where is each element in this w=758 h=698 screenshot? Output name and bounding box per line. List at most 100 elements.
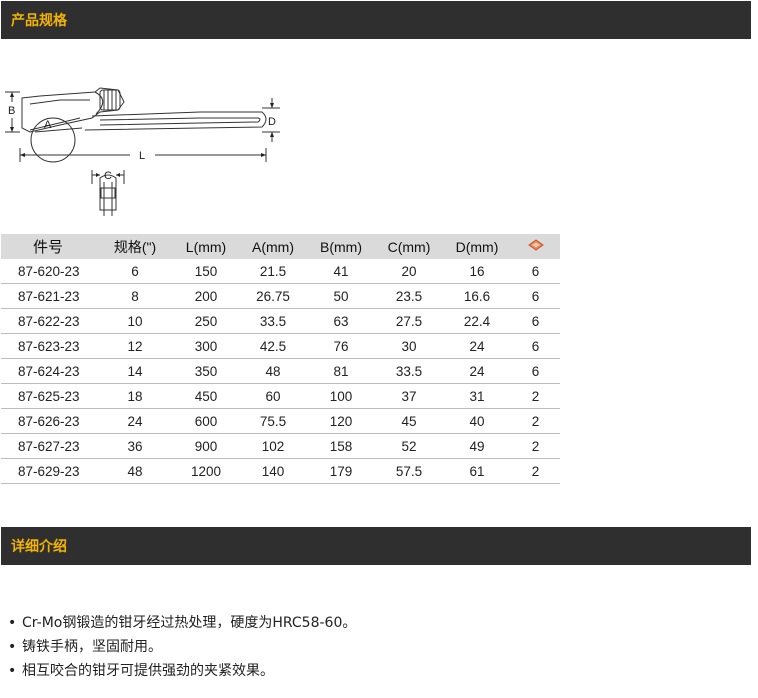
table-cell: 24 bbox=[97, 408, 173, 434]
table-row: 87-624-23 14 350 48 81 33.5 24 6 bbox=[1, 358, 560, 384]
table-cell: 350 bbox=[173, 358, 239, 384]
label-c: C bbox=[104, 170, 112, 182]
header-size: 规格(") bbox=[97, 234, 173, 259]
header-l: L(mm) bbox=[173, 234, 239, 259]
table-cell: 179 bbox=[307, 458, 375, 484]
package-icon bbox=[527, 239, 544, 251]
table-cell: 20 bbox=[375, 259, 443, 284]
table-cell: 87-629-23 bbox=[1, 458, 97, 484]
table-cell: 450 bbox=[173, 383, 239, 409]
header-part-no: 件号 bbox=[1, 234, 97, 259]
table-cell: 23.5 bbox=[375, 283, 443, 309]
table-cell: 18 bbox=[97, 383, 173, 409]
table-cell: 37 bbox=[375, 383, 443, 409]
table-cell: 250 bbox=[173, 308, 239, 334]
table-cell: 33.5 bbox=[375, 358, 443, 384]
table-cell: 33.5 bbox=[239, 308, 307, 334]
table-cell: 87-624-23 bbox=[1, 358, 97, 384]
table-cell: 36 bbox=[97, 433, 173, 459]
table-cell: 52 bbox=[375, 433, 443, 459]
label-a: A bbox=[44, 119, 52, 131]
bullet-icon: • bbox=[8, 663, 17, 679]
bullet-icon: • bbox=[8, 639, 17, 655]
table-row: 87-625-23 18 450 60 100 37 31 2 bbox=[1, 383, 560, 409]
table-cell: 16.6 bbox=[443, 283, 511, 309]
table-cell: 41 bbox=[307, 259, 375, 284]
table-cell: 120 bbox=[307, 408, 375, 434]
table-cell: 16 bbox=[443, 259, 511, 284]
bullet-icon: • bbox=[8, 615, 17, 631]
table-row: 87-629-23 48 1200 140 179 57.5 61 2 bbox=[1, 458, 560, 484]
table-cell: 6 bbox=[511, 358, 560, 384]
table-cell: 87-621-23 bbox=[1, 283, 97, 309]
table-cell: 60 bbox=[239, 383, 307, 409]
feature-item: • 相互咬合的钳牙可提供强劲的夹紧效果。 bbox=[8, 659, 356, 683]
table-cell: 24 bbox=[443, 333, 511, 359]
table-cell: 10 bbox=[97, 308, 173, 334]
table-cell: 87-623-23 bbox=[1, 333, 97, 359]
detail-section-bar: 详细介绍 bbox=[1, 527, 751, 565]
table-cell: 150 bbox=[173, 259, 239, 284]
table-cell: 158 bbox=[307, 433, 375, 459]
table-cell: 2 bbox=[511, 433, 560, 459]
table-cell: 27.5 bbox=[375, 308, 443, 334]
table-cell: 57.5 bbox=[375, 458, 443, 484]
table-cell: 12 bbox=[97, 333, 173, 359]
table-cell: 900 bbox=[173, 433, 239, 459]
table-cell: 1200 bbox=[173, 458, 239, 484]
label-l: L bbox=[139, 150, 145, 162]
label-b: B bbox=[8, 105, 15, 117]
table-row: 87-620-23 6 150 21.5 41 20 16 6 bbox=[1, 259, 560, 284]
table-cell: 300 bbox=[173, 333, 239, 359]
table-cell: 48 bbox=[239, 358, 307, 384]
table-cell: 45 bbox=[375, 408, 443, 434]
table-cell: 22.4 bbox=[443, 308, 511, 334]
label-d: D bbox=[268, 116, 276, 128]
table-cell: 76 bbox=[307, 333, 375, 359]
table-cell: 100 bbox=[307, 383, 375, 409]
table-row: 87-621-23 8 200 26.75 50 23.5 16.6 6 bbox=[1, 283, 560, 309]
table-cell: 2 bbox=[511, 458, 560, 484]
table-cell: 31 bbox=[443, 383, 511, 409]
table-cell: 26.75 bbox=[239, 283, 307, 309]
table-cell: 200 bbox=[173, 283, 239, 309]
table-cell: 2 bbox=[511, 408, 560, 434]
table-cell: 48 bbox=[97, 458, 173, 484]
header-a: A(mm) bbox=[239, 234, 307, 259]
table-row: 87-627-23 36 900 102 158 52 49 2 bbox=[1, 433, 560, 459]
table-cell: 2 bbox=[511, 383, 560, 409]
feature-list: • Cr-Mo钢锻造的钳牙经过热处理，硬度为HRC58-60。 • 铸铁手柄，坚固耐用… bbox=[8, 611, 356, 683]
table-cell: 49 bbox=[443, 433, 511, 459]
table-cell: 87-626-23 bbox=[1, 408, 97, 434]
feature-item: • 铸铁手柄，坚固耐用。 bbox=[8, 635, 356, 659]
table-row: 87-626-23 24 600 75.5 120 45 40 2 bbox=[1, 408, 560, 434]
table-cell: 63 bbox=[307, 308, 375, 334]
table-cell: 8 bbox=[97, 283, 173, 309]
table-cell: 21.5 bbox=[239, 259, 307, 284]
table-header-row: 件号 规格(") L(mm) A(mm) B(mm) C(mm) D(mm) bbox=[1, 234, 560, 259]
detail-section-title: 详细介绍 bbox=[11, 539, 67, 555]
feature-item: • Cr-Mo钢锻造的钳牙经过热处理，硬度为HRC58-60。 bbox=[8, 611, 356, 635]
table-cell: 81 bbox=[307, 358, 375, 384]
table-cell: 6 bbox=[97, 259, 173, 284]
spec-section-bar: 产品规格 bbox=[1, 1, 751, 39]
table-cell: 50 bbox=[307, 283, 375, 309]
table-cell: 140 bbox=[239, 458, 307, 484]
table-cell: 87-627-23 bbox=[1, 433, 97, 459]
table-cell: 30 bbox=[375, 333, 443, 359]
table-cell: 40 bbox=[443, 408, 511, 434]
spec-section-title: 产品规格 bbox=[11, 13, 67, 29]
table-cell: 87-622-23 bbox=[1, 308, 97, 334]
table-cell: 61 bbox=[443, 458, 511, 484]
table-cell: 75.5 bbox=[239, 408, 307, 434]
header-b: B(mm) bbox=[307, 234, 375, 259]
table-cell: 6 bbox=[511, 333, 560, 359]
table-cell: 87-620-23 bbox=[1, 259, 97, 284]
table-cell: 6 bbox=[511, 259, 560, 284]
feature-text: Cr-Mo钢锻造的钳牙经过热处理，硬度为HRC58-60。 bbox=[22, 615, 357, 631]
header-c: C(mm) bbox=[375, 234, 443, 259]
table-row: 87-623-23 12 300 42.5 76 30 24 6 bbox=[1, 333, 560, 359]
header-d: D(mm) bbox=[443, 234, 511, 259]
table-cell: 42.5 bbox=[239, 333, 307, 359]
table-row: 87-622-23 10 250 33.5 63 27.5 22.4 6 bbox=[1, 308, 560, 334]
